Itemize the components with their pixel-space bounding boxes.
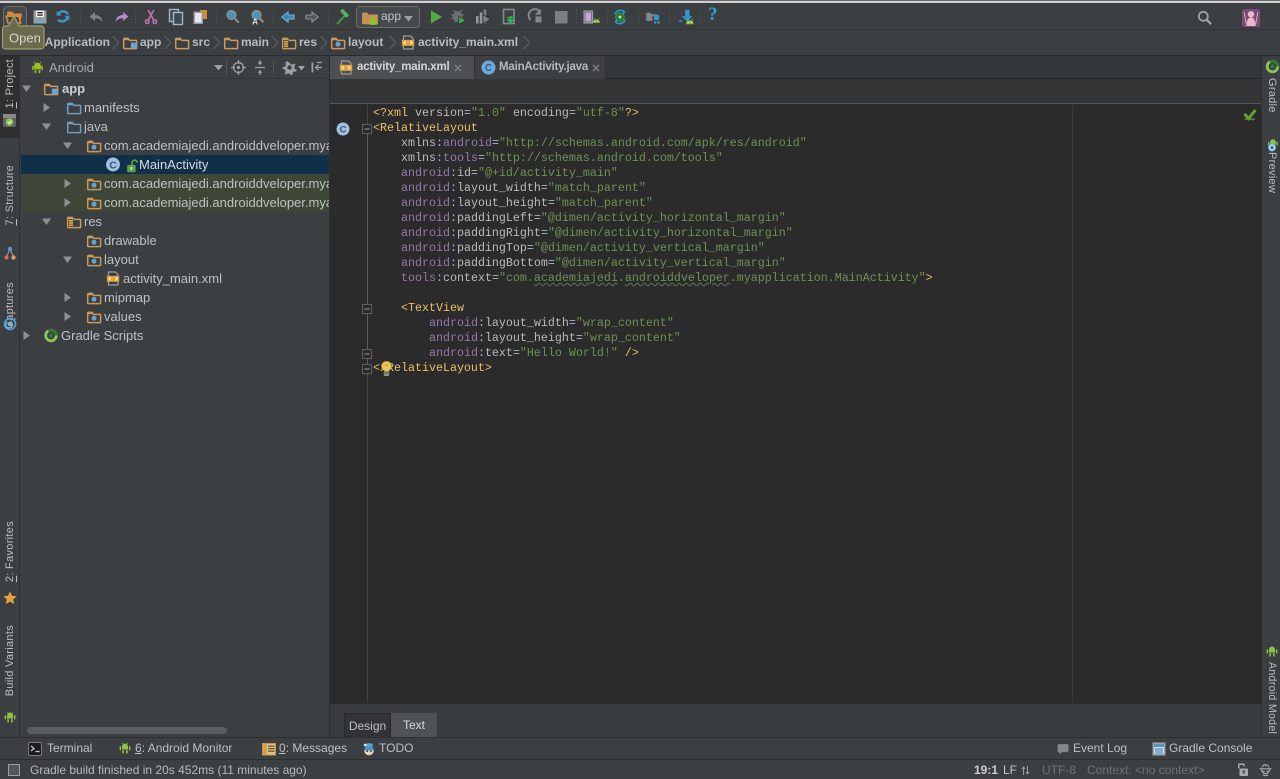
- svg-text:A: A: [252, 17, 258, 27]
- svg-text:C: C: [485, 63, 492, 74]
- svg-text:C: C: [340, 125, 347, 136]
- svg-text:Open: Open: [9, 31, 41, 46]
